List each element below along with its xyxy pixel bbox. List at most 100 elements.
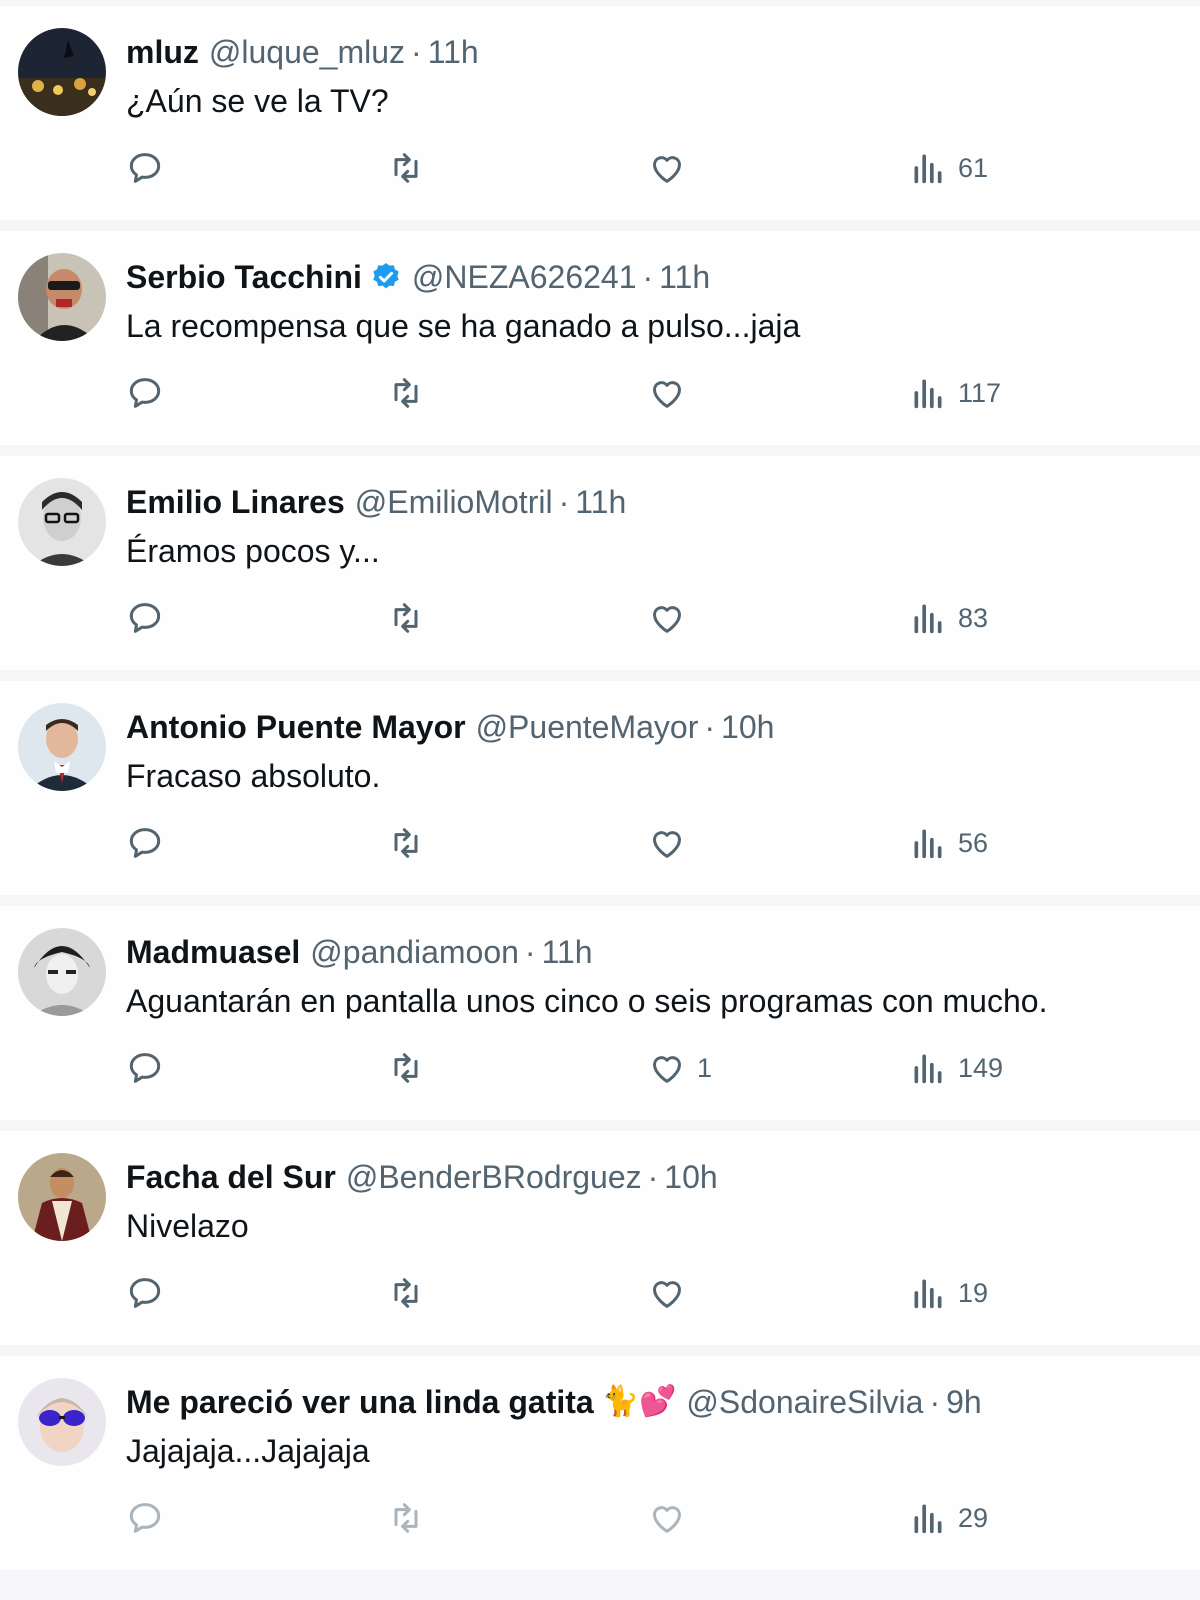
tweet-item[interactable]: Serbio Tacchini @NEZA626241 · 11h La rec… [0, 231, 1200, 445]
retweet-arrows-icon [394, 1503, 418, 1533]
reply-button[interactable] [125, 1496, 165, 1540]
reply-feed: mluz @luque_mluz · 11h ¿Aún se ve la TV?… [0, 0, 1200, 1600]
views-button[interactable]: 19 [908, 1271, 988, 1315]
reply-button[interactable] [125, 1046, 165, 1090]
view-count: 56 [958, 827, 989, 858]
retweet-arrows-icon [394, 153, 418, 183]
speech-bubble-icon [129, 378, 161, 408]
tweet-item[interactable]: Antonio Puente Mayor @PuenteMayor · 10h … [0, 681, 1200, 895]
author-handle[interactable]: @SdonaireSilvia [686, 1382, 923, 1422]
views-button[interactable]: 56 [908, 821, 988, 865]
views-button[interactable]: 149 [908, 1046, 1003, 1090]
retweet-button[interactable] [386, 821, 426, 865]
author-handle[interactable]: @NEZA626241 [412, 257, 637, 297]
like-button[interactable] [647, 1496, 697, 1540]
tweet-item[interactable]: Facha del Sur @BenderBRodrguez · 10h Niv… [0, 1131, 1200, 1345]
like-button[interactable] [647, 371, 697, 415]
author-name[interactable]: Facha del Sur [126, 1157, 336, 1197]
view-count: 83 [958, 602, 989, 633]
author-handle[interactable]: @pandiamoon [310, 932, 519, 972]
views-button[interactable]: 117 [908, 371, 1001, 415]
timestamp[interactable]: 9h [946, 1382, 982, 1422]
author-name[interactable]: Antonio Puente Mayor [126, 707, 466, 747]
author-name[interactable]: Madmuasel [126, 932, 300, 972]
author-name[interactable]: Me pareció ver una linda gatita [126, 1382, 594, 1422]
heart-icon [653, 1281, 681, 1308]
bar-chart-icon [914, 379, 942, 409]
verified-badge-icon [370, 261, 402, 293]
retweet-button[interactable] [386, 1496, 426, 1540]
reply-button[interactable] [125, 371, 165, 415]
tweet-text: Nivelazo [126, 1208, 249, 1244]
avatar[interactable] [18, 28, 106, 116]
retweet-button[interactable] [386, 1046, 426, 1090]
reply-button[interactable] [125, 596, 165, 640]
like-button[interactable] [647, 596, 697, 640]
author-name[interactable]: Emilio Linares [126, 482, 345, 522]
author-name[interactable]: mluz [126, 32, 199, 72]
avatar[interactable] [18, 478, 106, 566]
timestamp[interactable]: 10h [664, 1157, 717, 1197]
tweet-text: La recompensa que se ha ganado a pulso..… [126, 308, 801, 344]
retweet-button[interactable] [386, 146, 426, 190]
timestamp[interactable]: 11h [542, 932, 593, 972]
author-handle[interactable]: @luque_mluz [209, 32, 405, 72]
like-count: 1 [697, 1052, 713, 1083]
timestamp[interactable]: 10h [721, 707, 774, 747]
author-handle[interactable]: @BenderBRodrguez [346, 1157, 642, 1197]
action-bar: 56 [0, 821, 1200, 865]
timestamp[interactable]: 11h [428, 32, 479, 72]
like-button[interactable]: 1 [647, 1046, 712, 1090]
retweet-arrows-icon [394, 1278, 418, 1308]
tweet-item[interactable]: mluz @luque_mluz · 11h ¿Aún se ve la TV?… [0, 6, 1200, 220]
like-button[interactable] [647, 821, 697, 865]
views-button[interactable]: 29 [908, 1496, 988, 1540]
retweet-button[interactable] [386, 1271, 426, 1315]
tweet-item[interactable]: Emilio Linares @EmilioMotril · 11h Éramo… [0, 456, 1200, 670]
retweet-button[interactable] [386, 371, 426, 415]
author-handle[interactable]: @EmilioMotril [355, 482, 553, 522]
reply-button[interactable] [125, 146, 165, 190]
author-handle[interactable]: @PuenteMayor [476, 707, 699, 747]
heart-icon [653, 156, 681, 183]
speech-bubble-icon [129, 153, 161, 183]
tweet-item[interactable]: Madmuasel @pandiamoon · 11h Aguantarán e… [0, 906, 1200, 1120]
timestamp[interactable]: 11h [575, 482, 626, 522]
timestamp[interactable]: 11h [659, 257, 710, 297]
view-count: 19 [958, 1277, 989, 1308]
author-name[interactable]: Serbio Tacchini [126, 257, 362, 297]
bar-chart-icon [914, 829, 942, 859]
view-count: 149 [958, 1052, 1004, 1083]
avatar[interactable] [18, 1153, 106, 1241]
tweet-header: Emilio Linares @EmilioMotril · 11h [126, 482, 1180, 522]
speech-bubble-icon [129, 1503, 161, 1533]
tweet-header: Me pareció ver una linda gatita 🐈💕 @Sdon… [126, 1382, 1180, 1422]
speech-bubble-icon [129, 828, 161, 858]
views-button[interactable]: 61 [908, 146, 988, 190]
tweet-text: Éramos pocos y... [126, 533, 380, 569]
view-count: 29 [958, 1502, 989, 1533]
retweet-arrows-icon [394, 378, 418, 408]
bar-chart-icon [914, 604, 942, 634]
bar-chart-icon [914, 1054, 942, 1084]
separator-dot: · [647, 1159, 659, 1195]
tweet-text: Fracaso absoluto. [126, 758, 381, 794]
retweet-button[interactable] [386, 596, 426, 640]
heart-icon [653, 381, 681, 408]
like-button[interactable] [647, 1271, 697, 1315]
avatar[interactable] [18, 928, 106, 1016]
avatar[interactable] [18, 1378, 106, 1466]
heart-icon [653, 831, 681, 858]
avatar[interactable] [18, 703, 106, 791]
heart-icon [653, 1506, 681, 1533]
separator-dot: · [642, 259, 654, 295]
tweet-item[interactable]: Me pareció ver una linda gatita 🐈💕 @Sdon… [0, 1356, 1200, 1570]
reply-button[interactable] [125, 1271, 165, 1315]
avatar[interactable] [18, 253, 106, 341]
view-count: 117 [958, 377, 1002, 408]
views-button[interactable]: 83 [908, 596, 988, 640]
retweet-arrows-icon [394, 1053, 418, 1083]
reply-button[interactable] [125, 821, 165, 865]
tweet-text: Jajajaja...Jajajaja [126, 1433, 370, 1469]
like-button[interactable] [647, 146, 697, 190]
